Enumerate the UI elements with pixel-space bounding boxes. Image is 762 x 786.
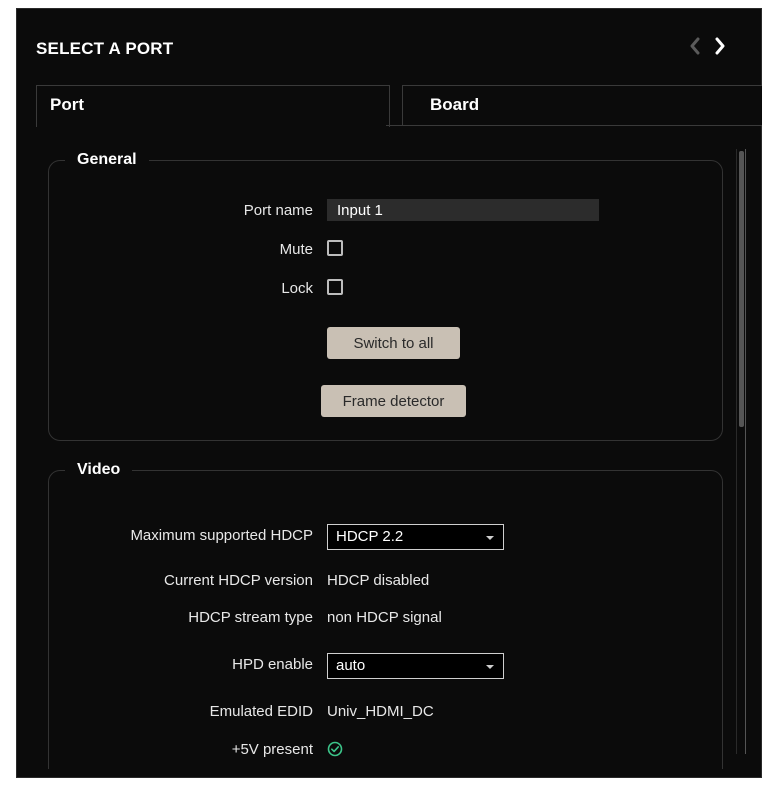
stream-type-label: HDCP stream type — [188, 609, 313, 626]
dropdown-caret-icon — [486, 536, 494, 540]
edid-row: Emulated EDID Univ_HDMI_DC — [36, 700, 711, 724]
switch-to-all-button[interactable]: Switch to all — [327, 327, 460, 359]
mute-row: Mute — [36, 238, 711, 262]
plus5v-label: +5V present — [231, 741, 313, 758]
current-hdcp-value: HDCP disabled — [327, 572, 430, 589]
tab-board[interactable]: Board — [402, 85, 762, 126]
video-legend: Video — [77, 461, 121, 478]
plus5v-row: +5V present — [36, 738, 711, 762]
port-name-input[interactable] — [327, 199, 599, 221]
port-name-label: Port name — [243, 202, 313, 219]
max-hdcp-select[interactable]: HDCP 2.2 — [327, 524, 504, 550]
mute-label: Mute — [279, 241, 313, 258]
current-hdcp-row: Current HDCP version HDCP disabled — [36, 569, 711, 593]
next-button[interactable] — [710, 31, 730, 61]
lock-row: Lock — [36, 277, 711, 301]
hpd-label: HPD enable — [232, 656, 313, 673]
port-settings: General Port name Mute Lock Switch to al… — [36, 129, 736, 769]
chevron-right-icon — [715, 37, 725, 55]
max-hdcp-value: HDCP 2.2 — [336, 528, 404, 545]
lock-checkbox[interactable] — [327, 279, 343, 295]
hpd-row: HPD enable auto — [36, 653, 711, 679]
previous-button[interactable] — [685, 31, 705, 61]
port-panel: SELECT A PORT Port Board General Port na… — [16, 8, 762, 778]
stream-type-row: HDCP stream type non HDCP signal — [36, 606, 711, 630]
edid-value: Univ_HDMI_DC — [327, 703, 434, 720]
dropdown-caret-icon — [486, 665, 494, 669]
mute-checkbox[interactable] — [327, 240, 343, 256]
general-legend: General — [77, 151, 137, 168]
tab-divider — [386, 125, 762, 126]
panel-header: SELECT A PORT — [17, 9, 761, 85]
lock-label: Lock — [281, 280, 313, 297]
tab-bar: Port Board — [36, 85, 762, 127]
stream-type-value: non HDCP signal — [327, 609, 442, 626]
chevron-left-icon — [690, 37, 700, 55]
scrollbar[interactable] — [736, 149, 746, 754]
scrollbar-thumb[interactable] — [739, 151, 744, 427]
max-hdcp-row: Maximum supported HDCP HDCP 2.2 — [36, 524, 711, 550]
panel-title: SELECT A PORT — [36, 39, 174, 58]
tab-port[interactable]: Port — [36, 85, 390, 127]
max-hdcp-label: Maximum supported HDCP — [130, 527, 313, 544]
hpd-select[interactable]: auto — [327, 653, 504, 679]
hpd-value: auto — [336, 657, 366, 674]
check-circle-icon — [327, 741, 343, 757]
current-hdcp-label: Current HDCP version — [164, 572, 313, 589]
edid-label: Emulated EDID — [209, 703, 313, 720]
frame-detector-button[interactable]: Frame detector — [321, 385, 466, 417]
port-name-row: Port name — [36, 199, 711, 223]
